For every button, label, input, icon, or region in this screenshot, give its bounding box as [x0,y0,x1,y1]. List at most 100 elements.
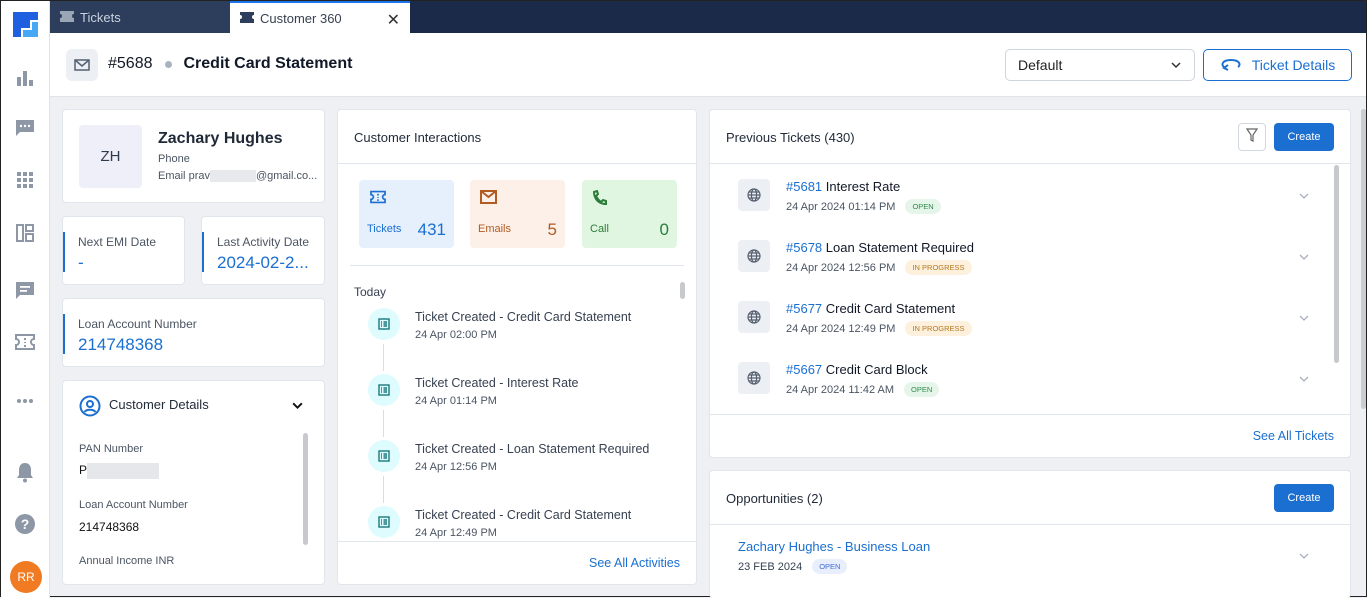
view-select-value: Default [1018,57,1063,73]
customer-details-card: Customer Details PAN Number P Loan Accou… [62,380,325,585]
ticket-subject: Interest Rate [825,179,901,194]
scrollbar[interactable] [1334,165,1339,363]
ticket-icon [60,10,74,25]
ticket-row[interactable]: #5681 Interest Rate 24 Apr 2024 01:14 PM… [738,179,1338,229]
email-row: Email prav @gmail.co... [158,170,318,183]
globe-icon [738,240,770,272]
email-value-end: @gmail.co... [255,170,318,182]
ticket-row[interactable]: #5667 Credit Card Block 24 Apr 2024 11:4… [738,362,1338,412]
create-opportunity-button[interactable]: Create [1274,484,1334,512]
customer-avatar: ZH [79,125,142,188]
tab-tickets[interactable]: Tickets [50,1,230,33]
opportunities-card: Opportunities (2) Create Zachary Hughes … [709,470,1351,598]
ticket-row[interactable]: #5678 Loan Statement Required 24 Apr 202… [738,240,1338,290]
ticket-details-button[interactable]: Ticket Details [1203,49,1352,81]
ticket-date: 24 Apr 2024 11:42 AM [786,383,895,396]
tickets-tile[interactable]: Tickets 431 [359,180,454,248]
left-nav-rail: ? RR [1,1,50,598]
opportunity-meta: 23 FEB 2024 OPEN [738,559,848,574]
see-all-tickets-link[interactable]: See All Tickets [1253,429,1334,443]
tile-label: Tickets [367,223,402,235]
list-icon [368,506,400,538]
chevron-down-icon[interactable] [1298,311,1310,329]
create-ticket-button[interactable]: Create [1274,123,1334,151]
status-badge: OPEN [904,382,940,397]
list-icon [368,440,400,472]
status-badge: OPEN [905,199,941,214]
globe-icon [738,301,770,333]
chevron-down-icon[interactable] [1298,250,1310,268]
timeline-time: 24 Apr 12:56 PM [415,461,497,473]
last-activity-card: Last Activity Date 2024-02-2... [201,216,325,285]
customer-details-title: Customer Details [109,397,209,412]
divider [338,163,696,164]
ticket-title: #5667 Credit Card Block [786,362,928,377]
ticket-row[interactable]: #5677 Credit Card Statement 24 Apr 2024 … [738,301,1338,351]
chevron-down-icon[interactable] [291,399,304,417]
chevron-down-icon[interactable] [1298,189,1310,207]
loan-account-label: Loan Account Number [78,317,197,331]
analytics-icon[interactable] [14,67,36,89]
ticket-meta: 24 Apr 2024 01:14 PM OPEN [786,199,941,214]
user-circle-icon [79,395,101,422]
ticket-subject: Credit Card Block [825,362,928,377]
profile-card: ZH Zachary Hughes Phone Email prav @gmail… [62,109,325,203]
tile-label: Call [590,223,609,235]
ticket-number[interactable]: #5677 [786,301,822,316]
more-icon[interactable] [14,390,36,412]
ticket-subject: Credit Card Statement [825,301,956,316]
separator-dot [164,60,172,68]
layout-icon[interactable] [14,222,36,244]
chevron-down-icon[interactable] [1298,372,1310,390]
divider [350,265,684,266]
opportunity-title[interactable]: Zachary Hughes - Business Loan [738,539,930,554]
page-scrollbar[interactable] [1361,109,1366,409]
timeline-connector [383,410,384,437]
tab-customer-360[interactable]: Customer 360 ✕ [230,1,410,33]
chevron-down-icon[interactable] [1298,549,1310,567]
phone-icon [592,189,608,211]
timeline: Ticket Created - Credit Card Statement 2… [338,308,698,540]
timeline-time: 24 Apr 12:49 PM [415,527,497,539]
tab-label: Customer 360 [260,10,342,26]
customer-interactions-card: Customer Interactions Tickets 431 Emails… [337,109,697,585]
emails-tile[interactable]: Emails 5 [470,180,565,248]
message-icon[interactable] [14,279,36,301]
ticket-title: Credit Card Statement [183,55,353,72]
help-icon[interactable]: ? [14,513,36,535]
email-value-start: prav [188,170,210,182]
loan-account-card: Loan Account Number 214748368 [62,298,325,367]
scrollbar[interactable] [303,433,308,545]
ticket-number[interactable]: #5667 [786,362,822,377]
bell-icon[interactable] [14,461,36,483]
opportunity-date: 23 FEB 2024 [738,560,803,573]
timeline-time: 24 Apr 01:14 PM [415,395,497,407]
close-icon[interactable]: ✕ [387,10,400,30]
redacted-block [87,463,160,479]
divider [710,414,1350,415]
see-all-activities-link[interactable]: See All Activities [589,556,680,570]
ticket-icon [369,190,387,209]
view-select[interactable]: Default [1005,49,1195,81]
filter-button[interactable] [1238,123,1266,151]
ticket-icon[interactable] [14,331,36,353]
timeline-title: Ticket Created - Interest Rate [415,376,579,390]
pan-value: P [79,463,160,479]
app-logo[interactable] [13,12,38,37]
ticket-number[interactable]: #5681 [786,179,822,194]
status-badge: OPEN [812,559,848,574]
scrollbar[interactable] [680,282,685,299]
next-emi-label: Next EMI Date [78,235,157,249]
list-icon [368,308,400,340]
ticket-id: #5688 [108,55,153,72]
ticket-meta: 24 Apr 2024 12:49 PM IN PROGRESS [786,321,972,336]
user-avatar[interactable]: RR [10,561,42,593]
call-tile[interactable]: Call 0 [582,180,677,248]
loan-account-number-label: Loan Account Number [79,499,188,511]
chat-icon[interactable] [14,117,36,139]
loan-account-number-value: 214748368 [79,520,140,534]
email-label: Email [158,170,186,182]
apps-grid-icon[interactable] [14,169,36,191]
previous-tickets-title: Previous Tickets (430) [726,130,855,145]
ticket-number[interactable]: #5678 [786,240,822,255]
